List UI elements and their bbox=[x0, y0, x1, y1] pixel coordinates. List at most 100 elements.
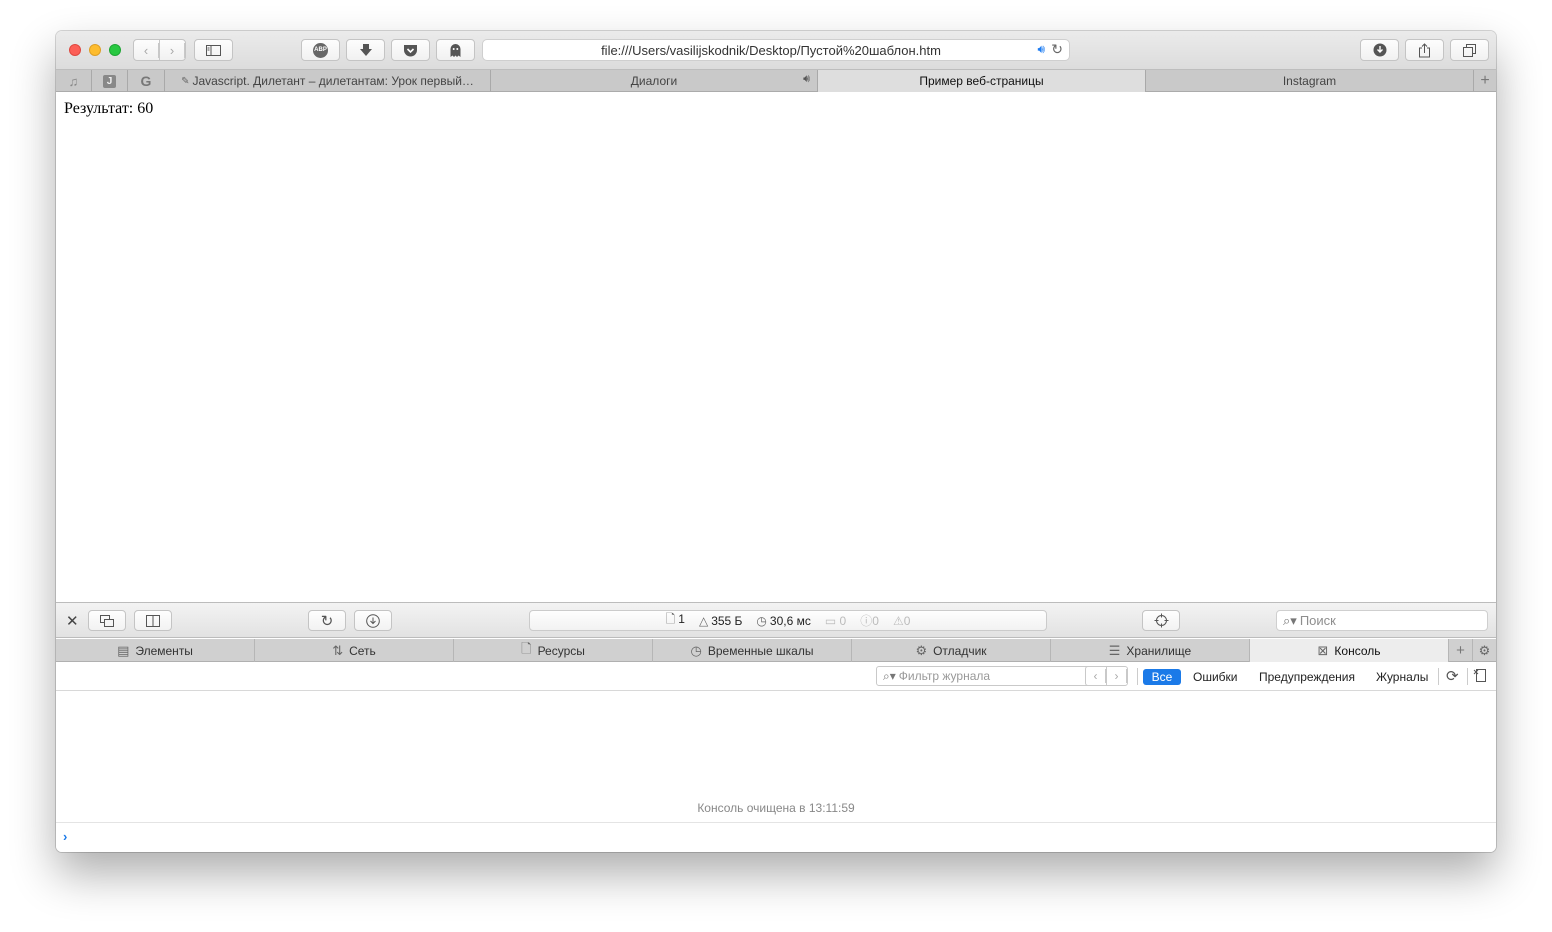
ghostery-extension-button[interactable] bbox=[436, 39, 475, 61]
chevron-left-icon: ‹ bbox=[1086, 669, 1106, 683]
adblock-extension-button[interactable]: ABP bbox=[301, 39, 340, 61]
tab-timelines[interactable]: ◷ Временные шкалы bbox=[653, 639, 852, 662]
dock-side-button[interactable] bbox=[134, 610, 172, 631]
devtools-search-input[interactable]: ⌕▾ Поиск bbox=[1276, 610, 1488, 631]
errors-count[interactable]: ⓘ0 bbox=[860, 612, 879, 629]
download-extension-button[interactable] bbox=[346, 39, 385, 61]
tab-bar: ♫ J G ✎ Javascript. Дилетант – дилетанта… bbox=[56, 70, 1496, 92]
clear-log-icon bbox=[1473, 669, 1486, 682]
tab-console[interactable]: ⊠ Консоль bbox=[1250, 639, 1449, 662]
filter-errors-button[interactable]: Ошибки bbox=[1187, 669, 1244, 685]
console-icon: ⊠ bbox=[1317, 642, 1329, 658]
zoom-window-button[interactable] bbox=[109, 44, 121, 56]
close-devtools-button[interactable]: ✕ bbox=[66, 612, 79, 630]
gear-icon: ⚙︎ bbox=[1478, 642, 1491, 658]
next-match-button[interactable]: › bbox=[1107, 667, 1127, 685]
plus-icon: + bbox=[1480, 72, 1490, 89]
tab-label: Instagram bbox=[1282, 74, 1337, 88]
previous-match-button[interactable]: ‹ bbox=[1086, 667, 1107, 685]
pocket-extension-button[interactable] bbox=[391, 39, 430, 61]
pencil-icon: ✎ bbox=[181, 75, 190, 87]
reload-page-button[interactable]: ↻ bbox=[308, 610, 346, 631]
download-arrow-icon bbox=[359, 44, 372, 56]
error-icon: ⓘ bbox=[860, 614, 873, 628]
tab-example-page[interactable]: Пример веб-страницы bbox=[818, 70, 1146, 92]
reload-icon[interactable]: ↻ bbox=[1051, 41, 1063, 58]
sidebar-toggle-button[interactable] bbox=[194, 39, 233, 61]
console-filter-bar: ⌕▾ Фильтр журнала ‹ › Все Ошибки Предупр… bbox=[56, 662, 1496, 691]
sidebar-icon bbox=[206, 44, 221, 56]
tab-storage[interactable]: ☰ Хранилище bbox=[1051, 639, 1250, 662]
tab-instagram[interactable]: Instagram bbox=[1146, 70, 1474, 92]
console-prompt[interactable]: › bbox=[56, 823, 1496, 852]
inspect-element-button[interactable] bbox=[1142, 610, 1180, 631]
search-icon: ⌕▾ bbox=[883, 668, 896, 683]
tab-label: Пример веб-страницы bbox=[919, 74, 1044, 88]
tab-javascript[interactable]: ✎ Javascript. Дилетант – дилетантам: Уро… bbox=[165, 70, 491, 92]
share-icon bbox=[1419, 42, 1430, 57]
downloads-button[interactable] bbox=[1360, 39, 1399, 61]
music-note-icon: ♫ bbox=[68, 73, 79, 89]
devtools-settings-button[interactable]: ⚙︎ bbox=[1473, 639, 1496, 662]
clear-on-reload-button[interactable]: ⟳ bbox=[1446, 667, 1459, 685]
tab-elements[interactable]: ▤ Элементы bbox=[56, 639, 255, 662]
ghost-icon bbox=[450, 43, 461, 57]
tab-resources[interactable]: 🗋︎ Ресурсы bbox=[454, 639, 653, 662]
j-icon: J bbox=[103, 74, 116, 88]
filter-logs-button[interactable]: Журналы bbox=[1370, 669, 1434, 685]
address-bar[interactable]: file:///Users/vasilijskodnik/Desktop/Пус… bbox=[482, 39, 1070, 61]
load-time[interactable]: ◷ 30,6 мс bbox=[756, 614, 810, 628]
history-nav: ‹ › bbox=[133, 39, 186, 61]
warnings-count[interactable]: ⚠︎0 bbox=[893, 614, 910, 628]
adblock-icon: ABP bbox=[313, 42, 328, 58]
storage-icon: ☰ bbox=[1108, 642, 1121, 658]
close-icon: ✕ bbox=[66, 613, 79, 630]
timeline-icon: ◷ bbox=[690, 642, 702, 658]
detach-window-icon bbox=[100, 614, 114, 627]
resources-count[interactable]: 🗋︎ 1 bbox=[666, 610, 685, 631]
tab-dialogs[interactable]: Диалоги 🔊︎ bbox=[491, 70, 818, 92]
pinned-tab-j[interactable]: J bbox=[92, 70, 128, 92]
chevron-left-icon: ‹ bbox=[134, 42, 159, 58]
clock-icon: ◷ bbox=[756, 613, 767, 628]
pinned-tab-google[interactable]: G bbox=[128, 70, 165, 92]
google-g-icon: G bbox=[140, 73, 152, 89]
tab-label: Диалоги bbox=[630, 74, 678, 88]
prompt-chevron-icon: › bbox=[63, 829, 68, 844]
network-icon: ⇅ bbox=[332, 642, 344, 658]
page-viewport: Результат: 60 bbox=[56, 93, 1496, 601]
logs-count[interactable]: ▭ 0 bbox=[825, 614, 846, 628]
pinned-tab-music[interactable]: ♫ bbox=[56, 70, 92, 92]
add-tab-button[interactable]: + bbox=[1449, 639, 1473, 662]
search-icon: ⌕▾ bbox=[1283, 612, 1297, 628]
share-button[interactable] bbox=[1405, 39, 1444, 61]
back-button[interactable]: ‹ bbox=[134, 40, 160, 60]
pocket-icon bbox=[404, 44, 417, 56]
minimize-window-button[interactable] bbox=[89, 44, 101, 56]
filter-all-button[interactable]: Все bbox=[1143, 669, 1181, 685]
devtools-tabs: ▤ Элементы ⇅ Сеть 🗋︎ Ресурсы ◷ Временные… bbox=[56, 639, 1496, 662]
crosshair-icon bbox=[1154, 613, 1168, 628]
download-archive-button[interactable] bbox=[354, 610, 392, 631]
chevron-right-icon: › bbox=[160, 42, 185, 58]
tab-overview-button[interactable] bbox=[1450, 39, 1489, 61]
detach-devtools-button[interactable] bbox=[88, 610, 126, 631]
speaker-icon[interactable]: 🔊︎ bbox=[1037, 42, 1045, 57]
filter-warnings-button[interactable]: Предупреждения bbox=[1253, 669, 1361, 685]
plus-icon: + bbox=[1456, 642, 1465, 659]
console-output: Консоль очищена в 13:11:59 bbox=[56, 691, 1496, 823]
divider bbox=[1137, 668, 1138, 685]
filter-nav: ‹ › bbox=[1085, 666, 1128, 686]
devtools-toolbar: ✕ ↻ 🗋︎ 1 △ 355 Б ◷ 30,6 мс ▭ 0 ⓘ0 ⚠︎0 ⌕▾ По… bbox=[56, 602, 1496, 638]
elements-icon: ▤ bbox=[117, 642, 130, 658]
forward-button[interactable]: › bbox=[160, 40, 185, 60]
clear-console-button[interactable] bbox=[1473, 668, 1489, 688]
resources-size[interactable]: △ 355 Б bbox=[699, 614, 742, 628]
tab-debugger[interactable]: ⚙︎ Отладчик bbox=[852, 639, 1051, 662]
tab-network[interactable]: ⇅ Сеть bbox=[255, 639, 454, 662]
new-tab-button[interactable]: + bbox=[1474, 70, 1496, 92]
chevron-right-icon: › bbox=[1107, 669, 1127, 683]
browser-toolbar: ‹ › ABP file:///Users/vasilijskodnik/Des… bbox=[56, 31, 1496, 70]
close-window-button[interactable] bbox=[69, 44, 81, 56]
speaker-icon[interactable]: 🔊︎ bbox=[803, 73, 810, 86]
